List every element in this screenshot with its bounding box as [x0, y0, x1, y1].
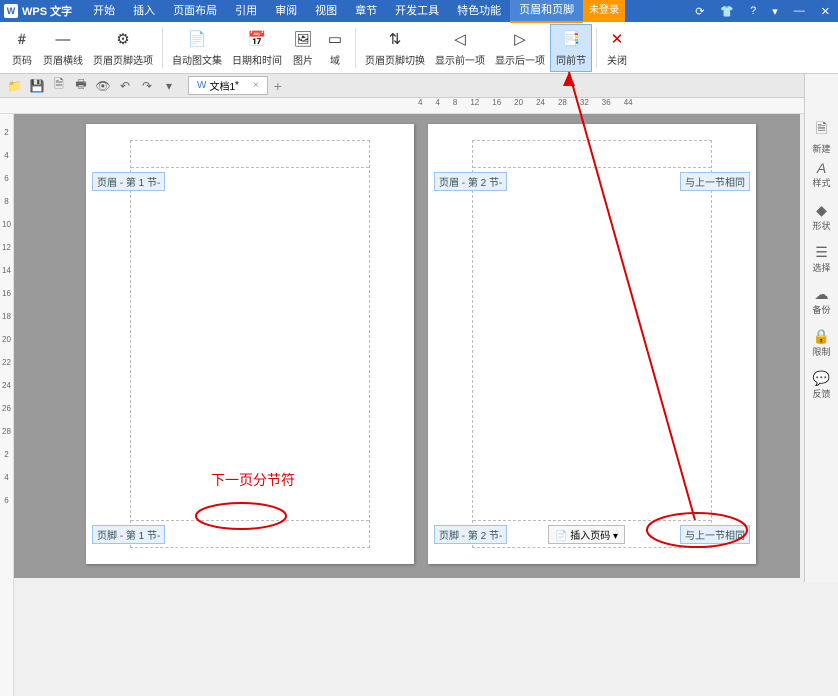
v-ruler: 246810121416182022242628246 — [0, 114, 14, 696]
sidebar-new[interactable]: 🗎新建 — [808, 118, 836, 154]
page-1: 页眉 - 第 1 节- 页脚 - 第 1 节- — [86, 124, 414, 564]
saveas-icon[interactable]: 🗎 — [50, 77, 68, 95]
menu-section[interactable]: 章节 — [346, 0, 386, 22]
sidebar-restrict[interactable]: 🔒限制 — [808, 328, 836, 364]
menu-view[interactable]: 视图 — [306, 0, 346, 22]
save-icon[interactable]: 💾 — [28, 77, 46, 95]
h-ruler: 4481216202428323644 — [0, 98, 838, 114]
menu-ref[interactable]: 引用 — [226, 0, 266, 22]
page-number-button[interactable]: #️页码 — [6, 24, 38, 72]
menu-review[interactable]: 审阅 — [266, 0, 306, 22]
show-prev-button[interactable]: ◁显示前一项 — [430, 24, 490, 72]
undo-icon[interactable]: ↶ — [116, 77, 134, 95]
right-sidebar: 🗎新建 A样式 ◆形状 ☰选择 ☁备份 🔒限制 💬反馈 — [804, 74, 838, 582]
picture-button[interactable]: 🖼图片 — [287, 24, 319, 72]
refresh-icon[interactable]: ⟳ — [687, 5, 712, 18]
more-icon[interactable]: ▾ — [160, 77, 178, 95]
header-line-button[interactable]: —页眉横线 — [38, 24, 88, 72]
menu-dev[interactable]: 开发工具 — [386, 0, 448, 22]
menu-insert[interactable]: 插入 — [124, 0, 164, 22]
header-footer-options-button[interactable]: ⚙页眉页脚选项 — [88, 24, 158, 72]
date-time-button[interactable]: 📅日期和时间 — [227, 24, 287, 72]
document-tab[interactable]: W 文档1 * × — [188, 76, 268, 95]
sidebar-select[interactable]: ☰选择 — [808, 244, 836, 280]
header-footer-toggle-button[interactable]: ⇅页眉页脚切换 — [360, 24, 430, 72]
sidebar-backup[interactable]: ☁备份 — [808, 286, 836, 322]
print-icon[interactable]: 🖶 — [72, 77, 90, 95]
menu-special[interactable]: 特色功能 — [448, 0, 510, 22]
footer-tag-p2: 页脚 - 第 2 节- — [434, 525, 507, 544]
page-2: 页眉 - 第 2 节- 与上一节相同 页脚 - 第 2 节- 与上一节相同 📄 … — [428, 124, 756, 564]
workspace: 页眉 - 第 1 节- 页脚 - 第 1 节- 页眉 - 第 2 节- 与上一节… — [14, 114, 800, 578]
header-tag-p1: 页眉 - 第 1 节- — [92, 172, 165, 191]
tab-close-icon[interactable]: × — [253, 80, 259, 91]
autotext-button[interactable]: 📄自动图文集 — [167, 24, 227, 72]
footer-same-tag-p2: 与上一节相同 — [680, 525, 750, 544]
close-icon[interactable]: ✕ — [813, 5, 838, 18]
preview-icon[interactable]: 👁 — [94, 77, 112, 95]
header-tag-p2: 页眉 - 第 2 节- — [434, 172, 507, 191]
minimize-icon[interactable]: — — [786, 5, 813, 18]
tab-add-icon[interactable]: + — [274, 78, 282, 94]
field-button[interactable]: ▭域 — [319, 24, 351, 72]
quick-toolbar: 📁 💾 🗎 🖶 👁 ↶ ↷ ▾ W 文档1 * × + — [0, 74, 838, 98]
redo-icon[interactable]: ↷ — [138, 77, 156, 95]
help-icon[interactable]: ? — [742, 5, 764, 18]
window-controls: ⟳ 👕 ? ▾ — ✕ — [687, 5, 838, 18]
menu-start[interactable]: 开始 — [84, 0, 124, 22]
login-button[interactable]: 未登录 — [583, 0, 625, 22]
header-same-tag-p2: 与上一节相同 — [680, 172, 750, 191]
sidebar-styles[interactable]: A样式 — [808, 160, 836, 196]
folder-icon[interactable]: 📁 — [6, 77, 24, 95]
show-next-button[interactable]: ▷显示后一项 — [490, 24, 550, 72]
insert-page-number-button[interactable]: 📄 插入页码 ▾ — [548, 525, 625, 544]
dropdown-icon[interactable]: ▾ — [764, 5, 786, 18]
close-hf-button[interactable]: ✕关闭 — [601, 24, 633, 72]
same-as-previous-button[interactable]: 📑同前节 — [550, 24, 592, 72]
title-bar: W WPS 文字 开始 插入 页面布局 引用 审阅 视图 章节 开发工具 特色功… — [0, 0, 838, 22]
doc-name: 文档1 — [209, 78, 235, 93]
footer-tag-p1: 页脚 - 第 1 节- — [92, 525, 165, 544]
app-icon: W — [4, 4, 18, 18]
menu-header-footer[interactable]: 页眉和页脚 — [510, 0, 583, 23]
sidebar-shapes[interactable]: ◆形状 — [808, 202, 836, 238]
app-name: WPS 文字 — [22, 3, 72, 19]
ribbon: #️页码 —页眉横线 ⚙页眉页脚选项 📄自动图文集 📅日期和时间 🖼图片 ▭域 … — [0, 22, 838, 74]
skin-icon[interactable]: 👕 — [712, 5, 742, 18]
sidebar-feedback[interactable]: 💬反馈 — [808, 370, 836, 406]
annotation-label: 下一页分节符 — [211, 470, 295, 490]
menu-layout[interactable]: 页面布局 — [164, 0, 226, 22]
